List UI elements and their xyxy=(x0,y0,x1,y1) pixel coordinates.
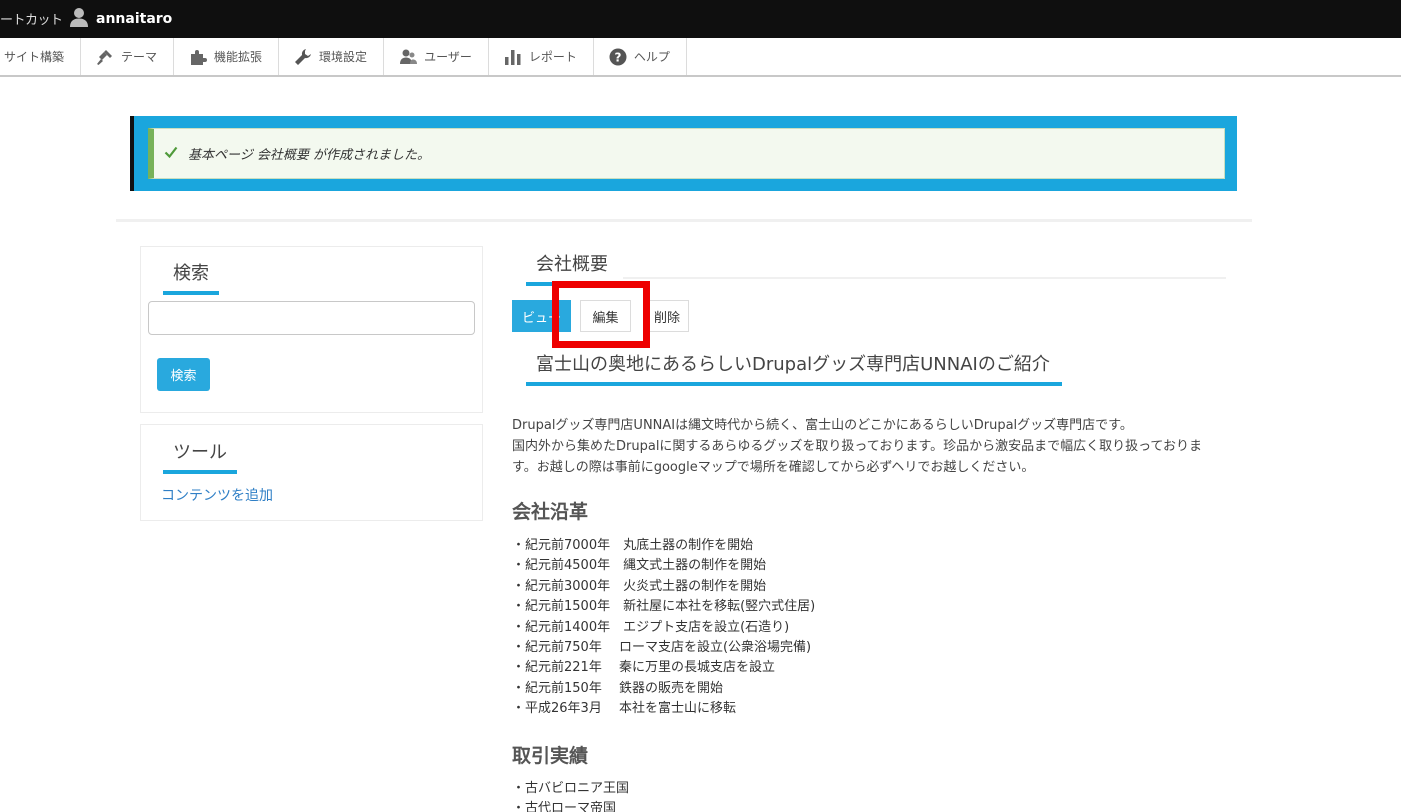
search-input[interactable] xyxy=(148,301,475,335)
content-subtitle: 富士山の奥地にあるらしいDrupalグッズ専門店UNNAIのご紹介 xyxy=(526,350,1062,386)
user-menu[interactable]: annaitaro xyxy=(68,6,172,32)
list-item: ・紀元前3000年 火炎式土器の制作を開始 xyxy=(512,578,767,594)
list-item: ・紀元前150年 鉄器の販売を開始 xyxy=(512,680,723,696)
results-list: ・古バビロニア王国 ・古代ローマ帝国 xyxy=(512,779,629,812)
tab-delete[interactable]: 削除 xyxy=(644,300,689,332)
search-block: 検索 検索 xyxy=(140,246,483,413)
wrench-icon xyxy=(293,47,313,67)
intro-line: 国内外から集めたDrupalに関するあらゆるグッズを取り扱っております。珍品から… xyxy=(512,439,1203,454)
puzzle-icon xyxy=(188,47,208,67)
history-list: ・紀元前7000年 丸底土器の制作を開始 ・紀元前4500年 縄文式土器の制作を… xyxy=(512,536,815,720)
status-message-container: 基本ページ 会社概要 が作成されました。 xyxy=(130,116,1237,191)
username: annaitaro xyxy=(96,11,173,27)
search-block-title: 検索 xyxy=(163,259,219,295)
list-item: ・紀元前1500年 新社屋に本社を移転(竪穴式住居) xyxy=(512,599,816,615)
tray-item-people[interactable]: ユーザー xyxy=(384,38,489,75)
tray-item-help[interactable]: ? ヘルプ xyxy=(594,38,687,75)
admin-menu-tray: サイト構築 テーマ 機能拡張 環境設定 ユーザー レポート ? ヘルプ xyxy=(0,38,1401,77)
list-item: ・紀元前1400年 エジプト支店を設立(石造り) xyxy=(512,619,790,635)
list-item: ・紀元前750年 ローマ支店を設立(公衆浴場完備) xyxy=(512,640,812,656)
tray-item-label: ヘルプ xyxy=(633,50,670,64)
list-item: ・紀元前221年 秦に万里の長城支店を設立 xyxy=(512,660,775,676)
history-heading: 会社沿革 xyxy=(512,501,589,523)
list-item: ・紀元前4500年 縄文式土器の制作を開始 xyxy=(512,558,767,574)
tray-item-configuration[interactable]: 環境設定 xyxy=(279,38,385,75)
tray-item-label: レポート xyxy=(528,50,577,64)
tray-item-extend[interactable]: 機能拡張 xyxy=(174,38,280,75)
tray-item-reports[interactable]: レポート xyxy=(489,38,594,75)
svg-text:?: ? xyxy=(614,50,621,64)
intro-line: Drupalグッズ専門店UNNAIは縄文時代から続く、富士山のどこかにあるらしい… xyxy=(512,418,1133,433)
list-item: ・平成26年3月 本社を富士山に移転 xyxy=(512,701,736,717)
search-button[interactable]: 検索 xyxy=(157,358,210,391)
tray-item-label: 機能拡張 xyxy=(214,50,263,64)
tools-block: ツール コンテンツを追加 xyxy=(140,424,483,521)
tray-item-label: テーマ xyxy=(121,50,158,64)
help-icon: ? xyxy=(608,47,628,67)
tray-item-label: サイト構築 xyxy=(4,50,65,64)
tools-block-title: ツール xyxy=(163,438,237,474)
add-content-link[interactable]: コンテンツを追加 xyxy=(161,485,273,505)
checkmark-icon xyxy=(164,145,188,163)
divider xyxy=(116,219,1252,222)
tray-item-appearance[interactable]: テーマ xyxy=(81,38,175,75)
tray-item-label: ユーザー xyxy=(424,50,472,64)
paintbrush-icon xyxy=(95,47,115,67)
user-icon xyxy=(68,6,96,32)
people-icon xyxy=(398,47,418,67)
list-item: ・紀元前7000年 丸底土器の制作を開始 xyxy=(512,538,754,553)
results-heading: 取引実績 xyxy=(512,745,589,767)
intro-line: す。お越しの際は事前にgoogleマップで場所を確認してから必ずヘリでお越しくだ… xyxy=(512,460,1035,475)
admin-toolbar: ートカット annaitaro xyxy=(0,0,1401,38)
status-message-text: 基本ページ 会社概要 が作成されました。 xyxy=(188,148,431,163)
shortcuts-link[interactable]: ートカット xyxy=(0,9,63,28)
tray-item-structure[interactable]: サイト構築 xyxy=(0,38,82,75)
intro-text: Drupalグッズ専門店UNNAIは縄文時代から続く、富士山のどこかにあるらしい… xyxy=(512,415,1227,478)
status-message: 基本ページ 会社概要 が作成されました。 xyxy=(148,128,1225,179)
list-item: ・古バビロニア王国 xyxy=(512,781,630,796)
title-underline xyxy=(623,277,1226,279)
tray-item-label: 環境設定 xyxy=(319,50,368,64)
bar-chart-icon xyxy=(503,47,523,67)
highlight-box xyxy=(552,281,650,348)
list-item: ・古代ローマ帝国 xyxy=(512,801,617,812)
